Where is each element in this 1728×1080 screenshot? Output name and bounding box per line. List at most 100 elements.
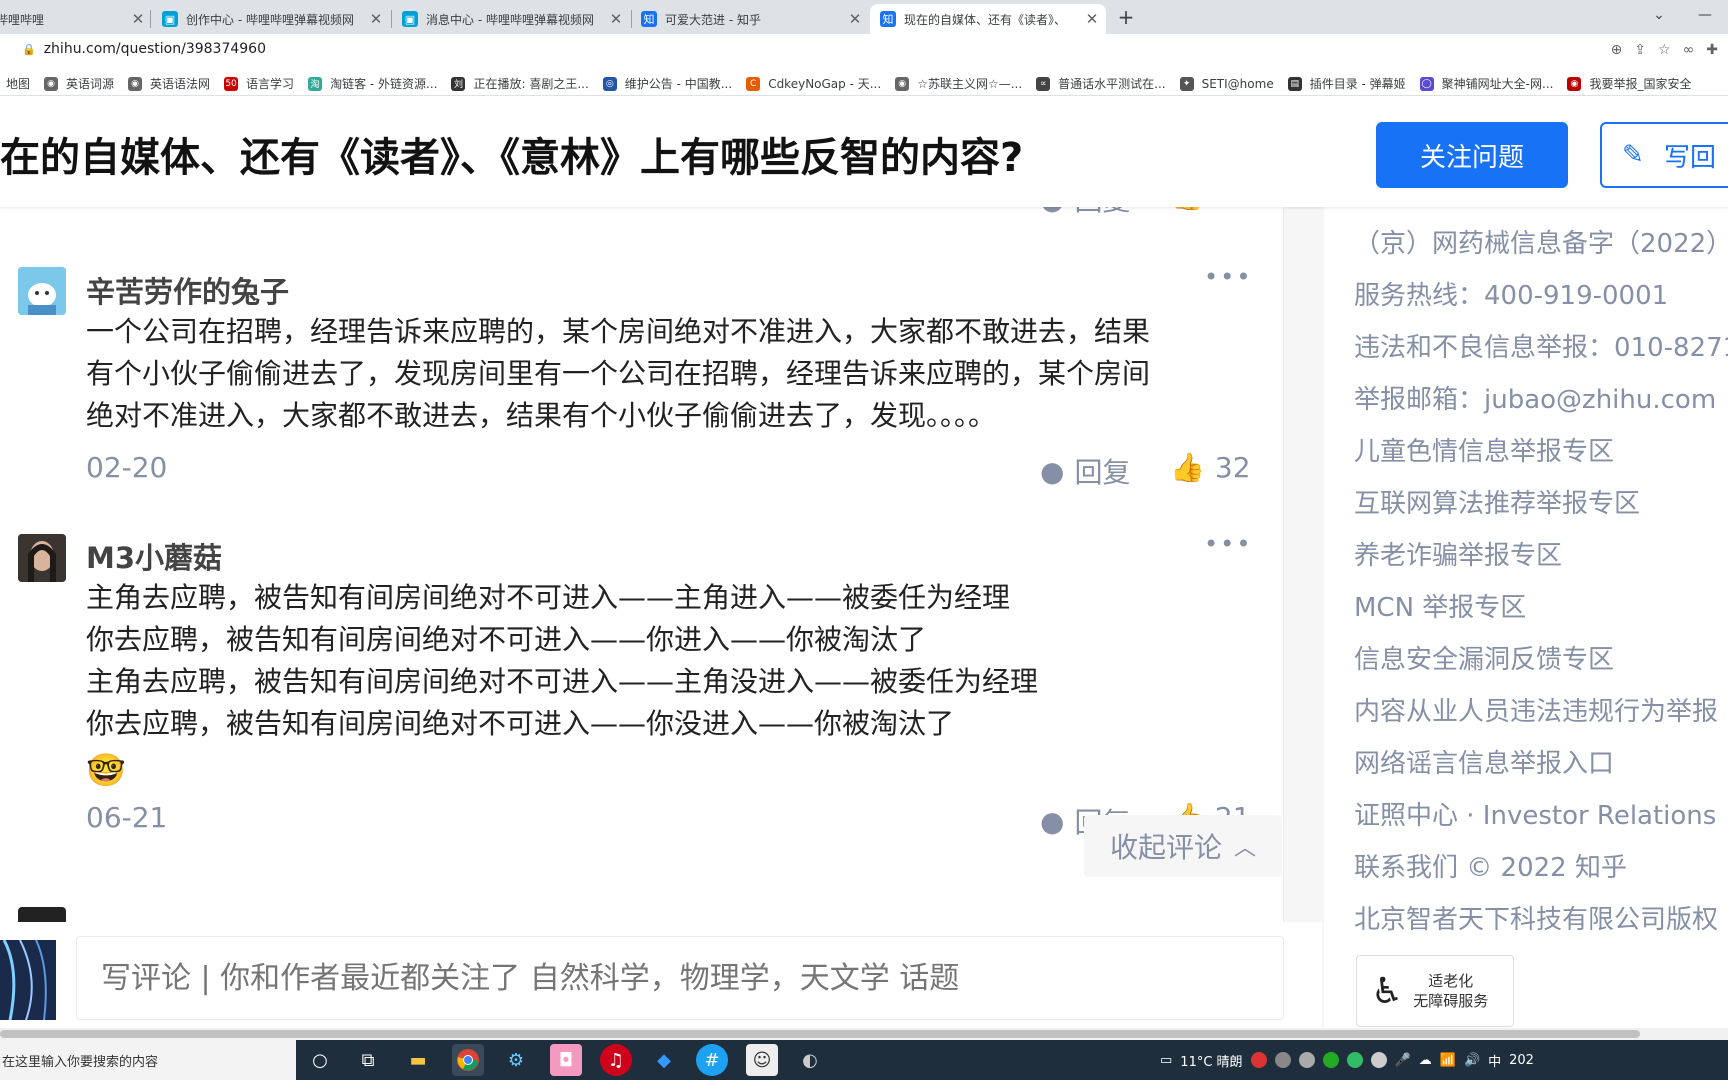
bookmark-item[interactable]: ◉ 我要举报_国家安全 [1567, 75, 1691, 92]
tray-icon[interactable] [1250, 1052, 1267, 1068]
task-view-icon[interactable]: ⧉ [352, 1044, 384, 1076]
minimize-icon[interactable]: — [1682, 0, 1728, 30]
new-tab-button[interactable]: + [1112, 5, 1140, 29]
cloud-icon[interactable]: ☁ [1419, 1053, 1432, 1068]
bookmark-item[interactable]: 淘淘链客 - 外链资源... [308, 75, 437, 92]
app-icon[interactable]: ⚙ [500, 1044, 532, 1076]
report-phone-text: 违法和不良信息举报：010-8271 [1354, 333, 1728, 363]
mcn-report-link[interactable]: MCN 举报专区 [1354, 587, 1526, 624]
reply-button[interactable]: ● 回复 [1040, 207, 1130, 219]
accessibility-button[interactable]: ♿ 适老化 无障碍服务 [1356, 955, 1514, 1027]
license-center-link[interactable]: 证照中心 · Investor Relations [1354, 795, 1716, 832]
close-icon[interactable]: ✕ [1084, 10, 1100, 28]
close-icon[interactable]: ✕ [608, 10, 624, 28]
tab-zhihu-profile[interactable]: 知 可爱大范进 - 知乎 ✕ [641, 4, 863, 34]
file-explorer-icon[interactable]: ▬ [402, 1044, 434, 1076]
star-icon[interactable]: ☆ [1658, 42, 1671, 58]
netease-music-icon[interactable]: ♫ [600, 1044, 632, 1076]
bookmark-item[interactable]: ◉ 英语词源 [44, 75, 114, 92]
comment-text-line: 有个小伙子偷偷进去了，发现房间里有一个公司在招聘，经理告诉来应聘的，某个房间 [86, 357, 1151, 390]
comment-input[interactable] [76, 936, 1284, 1020]
close-icon[interactable]: ✕ [130, 10, 146, 28]
comment-text-line: 绝对不准进入，大家都不敢进去，结果有个小伙子偷偷进去了，发现。。。。 [86, 399, 997, 432]
bookmark-item[interactable]: ✦ SETI@home [1179, 76, 1274, 91]
reply-button[interactable]: ● 回复 [1040, 451, 1130, 491]
bookmark-label: 淘链客 - 外链资源... [330, 77, 438, 91]
more-icon[interactable]: ••• [1204, 263, 1252, 291]
thumbs-up-icon: 👍 [1170, 451, 1205, 484]
icp-license-link[interactable]: （京）网药械信息备字（2022） [1354, 223, 1728, 260]
scrollbar-thumb[interactable] [0, 1030, 1640, 1038]
weather-text[interactable]: 11°C 晴朗 [1180, 1051, 1242, 1070]
share-icon[interactable]: ⇪ [1634, 42, 1646, 58]
globe-icon: ◉ [44, 76, 59, 91]
clock-text[interactable]: 202 [1509, 1053, 1534, 1068]
microphone-icon[interactable]: 🎤 [1395, 1053, 1411, 1068]
like-button[interactable]: 👍 41 [1170, 207, 1251, 212]
zhihu-page: 在的自媒体、还有《读者》、《意林》上有哪些反智的内容? 关注问题 ✎ 写回 02… [0, 97, 1728, 1028]
ime-indicator[interactable]: 中 [1488, 1051, 1501, 1070]
bookmark-item[interactable]: C CdkeyNoGap - 天... [746, 75, 881, 92]
app-icon[interactable]: ◐ [794, 1044, 826, 1076]
bookmark-item[interactable]: 刘正在播放: 喜剧之王... [451, 75, 589, 92]
contact-link[interactable]: 联系我们 © 2022 知乎 [1354, 847, 1627, 884]
app-icon[interactable]: ◆ [648, 1044, 680, 1076]
algorithm-report-link[interactable]: 互联网算法推荐举报专区 [1354, 483, 1640, 520]
tray-icon[interactable] [1322, 1052, 1339, 1068]
site-icon: ◎ [602, 76, 617, 91]
zoom-icon[interactable]: ⊕ [1611, 42, 1623, 58]
close-icon[interactable]: ✕ [368, 10, 384, 28]
app-icon[interactable]: ☺ [746, 1044, 778, 1076]
tray-icon[interactable] [1346, 1052, 1363, 1068]
app-icon[interactable]: ◘ [550, 1044, 582, 1076]
bookmark-item[interactable]: ◉ ☆苏联主义网☆—... [895, 75, 1022, 92]
extension-icon[interactable]: ∞ [1683, 42, 1695, 58]
tab-bilibili[interactable]: 哔哩哔哩 ✕ [0, 4, 146, 34]
bookmark-item[interactable]: ◉ 英语语法网 [128, 75, 210, 92]
site-icon: 刘 [451, 76, 466, 91]
tray-icon[interactable] [1274, 1052, 1291, 1068]
puzzle-icon[interactable]: ✚ [1706, 42, 1718, 58]
bookmark-item[interactable]: ▤ 插件目录 - 弹幕姬 [1287, 75, 1406, 92]
tray-icon[interactable] [1370, 1052, 1387, 1068]
zhihu-icon: 知 [880, 11, 896, 27]
wifi-icon[interactable]: 📶 [1440, 1053, 1456, 1068]
security-feedback-link[interactable]: 信息安全漏洞反馈专区 [1354, 639, 1614, 676]
cortana-icon[interactable]: ○ [304, 1044, 336, 1076]
bookmark-item[interactable]: 50 语言学习 [224, 75, 294, 92]
like-button[interactable]: 👍 32 [1170, 451, 1251, 484]
avatar[interactable] [18, 907, 66, 922]
comment-author[interactable]: M3小蘑菇 [86, 535, 222, 577]
staff-violation-report-link[interactable]: 内容从业人员违法违规行为举报 [1354, 691, 1718, 728]
child-report-link[interactable]: 儿童色情信息举报专区 [1354, 431, 1614, 468]
bookmark-item[interactable]: 地图 [6, 75, 30, 92]
write-answer-button[interactable]: ✎ 写回 [1600, 122, 1728, 188]
more-icon[interactable]: ••• [1204, 530, 1252, 558]
horizontal-scrollbar[interactable] [0, 1028, 1728, 1040]
tray-icon[interactable] [1298, 1052, 1315, 1068]
comment-text-line: 一个公司在招聘，经理告诉来应聘的，某个房间绝对不准进入，大家都不敢进去，结果 [86, 315, 1151, 348]
collapse-comments-button[interactable]: 收起评论 ︿ [1084, 815, 1282, 877]
follow-question-button[interactable]: 关注问题 [1376, 122, 1568, 188]
chrome-icon[interactable] [452, 1044, 484, 1076]
taskbar-search[interactable]: 在这里输入你要搜索的内容 [0, 1040, 296, 1080]
app-icon[interactable]: # [696, 1044, 728, 1076]
close-icon[interactable]: ✕ [847, 10, 863, 28]
bookmark-label: SETI@home [1201, 76, 1274, 91]
tab-bilibili-messages[interactable]: ▣ 消息中心 - 哔哩哔哩弹幕视频网 ✕ [402, 4, 624, 34]
bookmark-item[interactable]: ◎ 维护公告 - 中国教... [602, 75, 732, 92]
rumor-report-link[interactable]: 网络谣言信息举报入口 [1354, 743, 1614, 780]
url-field[interactable]: 🔒 zhihu.com/question/398374960 [22, 41, 266, 57]
weather-icon: ▭ [1160, 1052, 1173, 1068]
comment-author[interactable]: 辛苦劳作的兔子 [86, 269, 289, 311]
bookmark-item[interactable]: ◯ 聚神铺网址大全-网... [1419, 75, 1553, 92]
avatar[interactable] [18, 534, 66, 582]
report-email-link[interactable]: 举报邮箱：jubao@zhihu.com [1354, 379, 1716, 416]
tab-zhihu-question[interactable]: 知 现在的自媒体、还有《读者》、 ✕ [870, 4, 1106, 34]
elderly-fraud-report-link[interactable]: 养老诈骗举报专区 [1354, 535, 1562, 572]
bookmark-item[interactable]: ∝ 普通话水平测试在... [1036, 75, 1166, 92]
tab-bilibili-creator[interactable]: ▣ 创作中心 - 哔哩哔哩弹幕视频网 ✕ [162, 4, 384, 34]
avatar[interactable] [18, 267, 66, 315]
volume-icon[interactable]: 🔊 [1464, 1053, 1480, 1068]
tab-search-icon[interactable]: ⌄ [1636, 0, 1682, 30]
